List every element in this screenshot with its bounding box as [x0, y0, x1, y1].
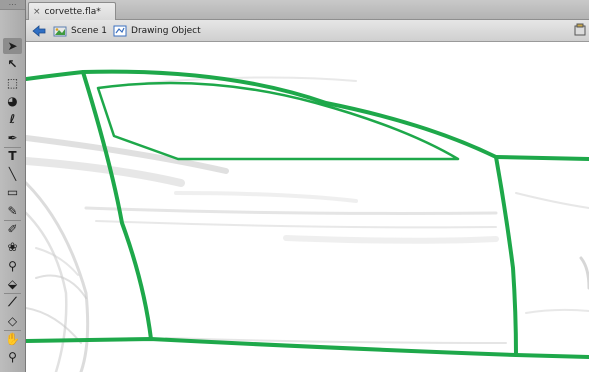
eyedropper-tool[interactable]: ⟋	[3, 294, 22, 310]
document-tab[interactable]: × corvette.fla*	[28, 2, 116, 20]
zoom-icon: ⚲	[8, 350, 17, 365]
hand-icon: ✋	[5, 331, 20, 346]
subselection-tool[interactable]: ↖	[3, 56, 22, 72]
body-rear-line	[494, 155, 589, 161]
rectangle-icon: ▭	[6, 185, 19, 200]
selection-icon: ➤	[7, 39, 18, 53]
brush-tool[interactable]: ✐	[3, 221, 22, 237]
scene-label: Scene 1	[71, 25, 108, 36]
hand-tool[interactable]: ✋	[3, 331, 22, 347]
back-arrow-icon	[32, 24, 46, 37]
edit-symbols-button[interactable]	[573, 23, 587, 38]
deco-tool[interactable]: ❀	[3, 239, 22, 255]
breadcrumb-drawing-object[interactable]: Drawing Object	[113, 25, 201, 37]
brush-icon: ✐	[7, 222, 18, 236]
3d-rotation-icon: ◕	[7, 93, 18, 108]
lasso-tool[interactable]: ℓ	[3, 111, 22, 127]
text-icon: T	[8, 148, 17, 163]
back-arrow-button[interactable]	[31, 23, 47, 39]
a-pillar-line	[81, 70, 153, 341]
eraser-tool[interactable]: ◇	[3, 313, 22, 329]
zoom-tool[interactable]: ⚲	[3, 349, 22, 365]
edit-bar: Scene 1 Drawing Object	[26, 20, 589, 42]
tools-panel: ⋯ ➤ ↖ ⬚ ◕ ℓ ✒ T ╲ ▭ ✎ ✐ ❀ ⚲ ⬙ ⟋ ◇ ✋ ⚲	[0, 0, 26, 372]
line-icon: ╲	[8, 167, 17, 182]
lasso-icon: ℓ	[9, 112, 16, 127]
text-tool[interactable]: T	[3, 148, 22, 164]
paint-bucket-icon: ⬙	[7, 276, 18, 291]
drawing-object-label: Drawing Object	[131, 25, 201, 36]
eyedropper-icon: ⟋	[8, 294, 17, 309]
bone-icon: ⚲	[8, 258, 17, 273]
tools-panel-grip[interactable]: ⋯	[0, 0, 25, 10]
pen-icon: ✒	[7, 130, 18, 145]
eraser-icon: ◇	[7, 313, 18, 328]
subselection-icon: ↖	[7, 57, 18, 72]
free-transform-icon: ⬚	[6, 75, 19, 90]
deco-icon: ❀	[7, 240, 18, 255]
pen-tool[interactable]: ✒	[3, 130, 22, 146]
corvette-artwork[interactable]	[26, 43, 589, 372]
rectangle-tool[interactable]: ▭	[3, 184, 22, 200]
line-tool[interactable]: ╲	[3, 166, 22, 182]
drawing-object-icon	[113, 25, 127, 36]
bone-tool[interactable]: ⚲	[3, 258, 22, 274]
3d-rotation-tool[interactable]: ◕	[3, 93, 22, 109]
flash-authoring-window: ⋯ ➤ ↖ ⬚ ◕ ℓ ✒ T ╲ ▭ ✎ ✐ ❀ ⚲ ⬙ ⟋ ◇ ✋ ⚲ × corvette.fla* Sce…	[0, 0, 589, 372]
breadcrumb-scene[interactable]: Scene 1	[53, 25, 107, 37]
free-transform-tool[interactable]: ⬚	[3, 75, 22, 91]
door-rear-line	[494, 155, 518, 357]
paint-bucket-tool[interactable]: ⬙	[3, 276, 22, 292]
pencil-tool[interactable]: ✎	[3, 203, 22, 219]
close-tab-icon[interactable]: ×	[33, 7, 41, 17]
scene-icon	[53, 26, 67, 36]
document-tab-bar: × corvette.fla*	[26, 0, 589, 20]
pencil-icon: ✎	[7, 203, 18, 218]
selection-tool[interactable]: ➤	[3, 38, 22, 54]
edit-symbols-icon	[574, 23, 586, 36]
document-tab-title: corvette.fla*	[44, 6, 101, 17]
stage-canvas[interactable]	[26, 43, 589, 372]
